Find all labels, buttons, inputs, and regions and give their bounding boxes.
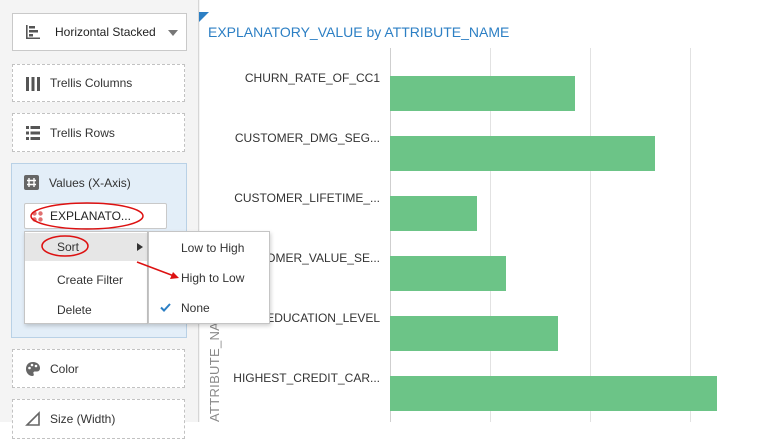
trellis-rows-label: Trellis Rows	[50, 125, 115, 140]
sort-high-to-low-label: High to Low	[181, 271, 245, 285]
size-label: Size (Width)	[50, 412, 116, 426]
sort-none[interactable]: None	[149, 294, 269, 322]
bar[interactable]	[390, 196, 477, 231]
hash-icon	[24, 175, 39, 190]
bar[interactable]	[390, 376, 717, 411]
chart-type-label: Horizontal Stacked	[55, 25, 156, 39]
values-x-axis-label: Values (X-Axis)	[49, 176, 131, 190]
menu-item-create-filter-label: Create Filter	[57, 273, 124, 287]
chart-type-dropdown[interactable]: Horizontal Stacked	[12, 13, 187, 51]
bar[interactable]	[390, 256, 506, 291]
dropdown-arrow-icon	[168, 30, 178, 36]
color-label: Color	[50, 361, 79, 376]
trellis-rows-dropzone[interactable]: Trellis Rows	[12, 113, 185, 152]
bar[interactable]	[390, 316, 558, 351]
context-menu: Sort Create Filter Delete	[24, 231, 148, 324]
bar[interactable]	[390, 76, 575, 111]
category-label: EDUCATION_LEVEL	[266, 311, 380, 325]
gridline	[690, 48, 691, 422]
panel-divider	[198, 0, 199, 422]
chip-label: EXPLANATO...	[50, 209, 131, 223]
trellis-columns-label: Trellis Columns	[50, 76, 133, 90]
checkmark-icon	[160, 303, 171, 312]
menu-item-delete-label: Delete	[57, 303, 92, 317]
menu-item-sort[interactable]: Sort	[25, 233, 147, 261]
gridline	[590, 48, 591, 422]
category-label: CUSTOMER_DMG_SEG...	[234, 131, 380, 145]
submenu-arrow-icon	[137, 243, 143, 251]
category-label: CUSTOMER_LIFETIME_...	[234, 191, 380, 205]
menu-item-sort-label: Sort	[57, 240, 80, 254]
sort-high-to-low[interactable]: High to Low	[149, 264, 269, 292]
color-dropzone[interactable]: Color	[12, 349, 185, 388]
menu-item-delete[interactable]: Delete	[25, 296, 147, 324]
trellis-columns-icon	[26, 77, 40, 91]
measure-icon	[32, 211, 43, 222]
sort-low-to-high-label: Low to High	[181, 241, 245, 255]
bar-chart-icon	[26, 25, 40, 39]
chart-corner-marker	[199, 12, 209, 22]
sort-low-to-high[interactable]: Low to High	[149, 234, 269, 262]
chart-title: EXPLANATORY_VALUE by ATTRIBUTE_NAME	[208, 24, 510, 40]
palette-icon	[26, 362, 40, 376]
trellis-rows-icon	[26, 126, 40, 140]
bar[interactable]	[390, 136, 655, 171]
size-dropzone[interactable]: Size (Width)	[12, 399, 185, 439]
trellis-columns-dropzone[interactable]: Trellis Columns	[12, 64, 185, 102]
explanatory-value-chip[interactable]: EXPLANATO...	[24, 203, 167, 229]
category-label: HIGHEST_CREDIT_CAR...	[233, 371, 380, 385]
sort-submenu: Low to High High to Low None	[148, 231, 270, 324]
size-icon	[25, 411, 40, 426]
sort-none-label: None	[181, 301, 210, 315]
category-label: CHURN_RATE_OF_CC1	[244, 71, 380, 85]
menu-item-create-filter[interactable]: Create Filter	[25, 266, 147, 294]
